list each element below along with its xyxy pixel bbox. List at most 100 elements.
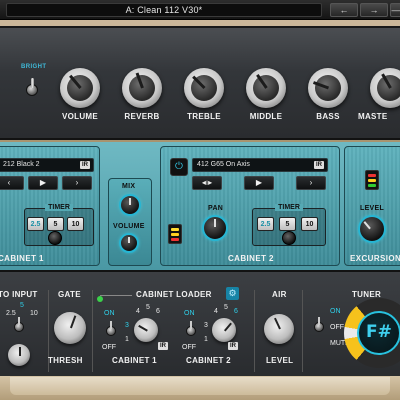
bass-label: BASS <box>316 112 340 121</box>
loader-cab1-label: CABINET 1 <box>112 356 157 365</box>
divider <box>254 290 255 372</box>
loader-cab2-num-5: 5 <box>224 304 228 311</box>
cabinet-1-timer-5[interactable]: 5 <box>47 217 64 231</box>
cabinet-2-timer-knob[interactable] <box>282 231 296 245</box>
preset-menu-button[interactable]: — <box>390 3 400 17</box>
excursion-title: EXCURSION <box>350 254 400 263</box>
excursion-level-knob[interactable] <box>358 215 386 243</box>
cabinet-loader-led <box>97 296 103 302</box>
loader-cab2-num-1: 1 <box>204 336 208 343</box>
cabinet-2-timer-label: TIMER <box>275 204 303 211</box>
cabinet-2-ir-selector[interactable]: 412 G65 On Axis IR <box>192 158 328 172</box>
loader-cab1-knob[interactable] <box>134 318 158 342</box>
air-level-knob[interactable] <box>264 314 294 344</box>
middle-knob[interactable] <box>246 68 286 108</box>
cabinet-2-prev-button[interactable]: ◂ı▸ <box>192 176 222 190</box>
loader-cab1-on: ON <box>104 310 115 317</box>
cabinet-2-play-button[interactable]: ▶ <box>244 176 274 190</box>
loader-cab1-num-1: 1 <box>125 336 129 343</box>
volume-knob[interactable] <box>60 68 100 108</box>
divider <box>92 290 93 372</box>
threshold-label: THRESH <box>48 356 83 365</box>
tuner-switch[interactable] <box>314 317 324 332</box>
cabinet-loader-settings-icon[interactable]: ⚙ <box>226 287 239 300</box>
bright-label: BRIGHT <box>21 64 47 70</box>
middle-label: MIDDLE <box>249 112 283 121</box>
air-level-label: LEVEL <box>266 356 294 365</box>
loader-cab1-ir-badge: IR <box>158 342 168 350</box>
volume-label: VOLUME <box>61 112 99 121</box>
loader-cab1-num-5: 5 <box>146 304 150 311</box>
cabinet-2-level-meter <box>168 224 182 244</box>
loader-cab2-label: CABINET 2 <box>186 356 231 365</box>
mix-volume-knob[interactable] <box>119 233 139 253</box>
bass-knob[interactable] <box>308 68 348 108</box>
cabinet-1-play-button[interactable]: ▶ <box>28 176 58 190</box>
preset-name: A: Clean 112 V30* <box>125 5 203 15</box>
excursion-meter <box>365 170 379 190</box>
pan-label: PAN <box>208 205 224 212</box>
gate-label: GATE <box>58 290 81 299</box>
treble-label: TREBLE <box>187 112 221 121</box>
pan-knob[interactable] <box>202 215 228 241</box>
cabinet-2-ir-badge: IR <box>314 161 324 169</box>
gate-threshold-knob[interactable] <box>54 312 86 344</box>
loader-cab1-num-4: 4 <box>136 308 140 315</box>
loader-cab2-num-6: 6 <box>234 308 238 315</box>
loader-cab1-num-3: 3 <box>125 322 129 329</box>
loader-cab2-knob[interactable] <box>212 318 236 342</box>
cabinet-1-ir-name: 212 Black 2 <box>3 161 40 168</box>
amp-bottom-lip <box>10 377 390 395</box>
auto-input-num-2-5: 2.5 <box>6 310 16 317</box>
cabinet-2-power-button[interactable]: ⏻ <box>170 158 188 176</box>
auto-input-label: TO INPUT <box>0 290 38 299</box>
divider <box>100 295 132 296</box>
bright-switch[interactable] <box>26 78 38 96</box>
cabinet-loader-label: CABINET LOADER <box>136 290 212 299</box>
previous-preset-button[interactable]: ← <box>330 3 358 17</box>
auto-input-selector[interactable] <box>14 317 24 332</box>
loader-cab2-ir-badge: IR <box>228 342 238 350</box>
preset-selector[interactable]: A: Clean 112 V30* <box>6 3 322 17</box>
loader-cab1-off: OFF <box>102 344 116 351</box>
treble-knob[interactable] <box>184 68 224 108</box>
cabinet-1-next-button[interactable]: › <box>62 176 92 190</box>
cabinet-2-ir-name: 412 G65 On Axis <box>197 161 250 168</box>
cabinet-2-timer-5[interactable]: 5 <box>279 217 296 231</box>
divider <box>302 290 303 372</box>
air-label: AIR <box>272 290 287 299</box>
auto-input-knob[interactable] <box>8 344 30 366</box>
auto-input-num-10: 10 <box>30 310 38 317</box>
cabinet-2-timer-2-5[interactable]: 2.5 <box>257 217 274 231</box>
reverb-label: REVERB <box>124 112 160 121</box>
mix-knob[interactable] <box>119 194 141 216</box>
loader-cab2-num-3: 3 <box>204 322 208 329</box>
cabinet-1-timer-10[interactable]: 10 <box>67 217 84 231</box>
tuner-on-label: ON <box>330 308 341 315</box>
cabinet-2-next-button[interactable]: › <box>296 176 326 190</box>
cabinet-1-timer-knob[interactable] <box>48 231 62 245</box>
preset-bar: A: Clean 112 V30* ← → — <box>0 0 400 20</box>
tuner-note: F# <box>366 322 392 342</box>
loader-cab2-num-4: 4 <box>214 308 218 315</box>
auto-input-num-5: 5 <box>20 302 24 309</box>
loader-cab1-num-6: 6 <box>156 308 160 315</box>
tuner-off-label: OFF <box>330 324 344 331</box>
cabinet-1-ir-selector[interactable]: 212 Black 2 IR <box>0 158 94 172</box>
cabinet-1-prev-button[interactable]: ‹ <box>0 176 24 190</box>
mix-volume-label: VOLUME <box>113 223 145 230</box>
cabinet-1-timer-label: TIMER <box>45 204 73 211</box>
cabinet-1-title: CABINET 1 <box>0 254 44 263</box>
master-label: MASTE <box>358 112 388 121</box>
cabinet-1-timer-2-5[interactable]: 2.5 <box>27 217 44 231</box>
loader-cab1-switch[interactable] <box>106 321 116 336</box>
cabinet-1-ir-badge: IR <box>80 161 90 169</box>
cabinet-2-title: CABINET 2 <box>228 254 274 263</box>
next-preset-button[interactable]: → <box>360 3 388 17</box>
reverb-knob[interactable] <box>122 68 162 108</box>
loader-cab2-on: ON <box>184 310 195 317</box>
loader-cab2-switch[interactable] <box>186 321 196 336</box>
cabinet-2-timer-10[interactable]: 10 <box>301 217 318 231</box>
excursion-level-label: LEVEL <box>360 205 385 212</box>
loader-cab2-off: OFF <box>182 344 196 351</box>
